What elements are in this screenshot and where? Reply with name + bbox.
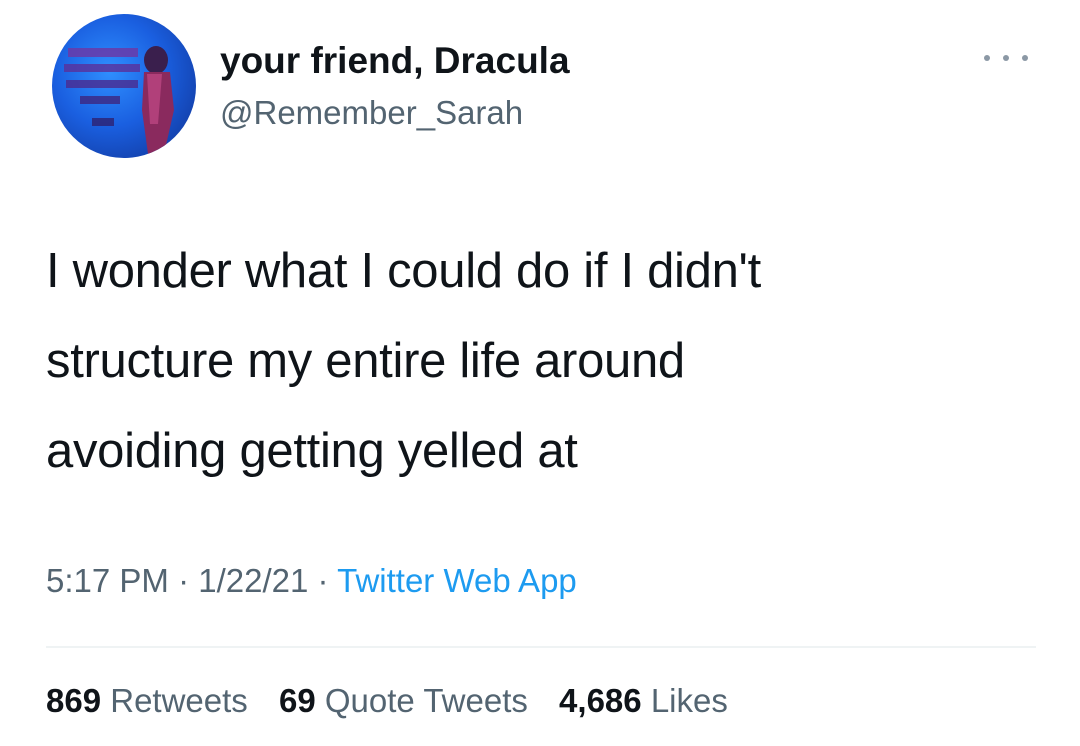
more-options-icon[interactable] xyxy=(984,48,1028,68)
tweet-card: your friend, Dracula @Remember_Sarah I w… xyxy=(0,0,1080,746)
meta-separator: · xyxy=(178,562,190,599)
retweets-stat[interactable]: 869 Retweets xyxy=(46,682,248,719)
author-display-name[interactable]: your friend, Dracula xyxy=(220,40,570,82)
quote-tweets-label: Quote Tweets xyxy=(324,682,528,719)
tweet-text: I wonder what I could do if I didn't str… xyxy=(46,226,1046,496)
dot xyxy=(1003,55,1009,61)
likes-stat[interactable]: 4,686 Likes xyxy=(559,682,728,719)
tweet-text-line: structure my entire life around xyxy=(46,334,685,388)
dot xyxy=(984,55,990,61)
tweet-stats: 869 Retweets 69 Quote Tweets 4,686 Likes xyxy=(46,682,750,720)
meta-separator: · xyxy=(317,562,329,599)
tweet-date[interactable]: 1/22/21 xyxy=(198,562,308,599)
tweet-meta: 5:17 PM · 1/22/21 · Twitter Web App xyxy=(46,562,577,600)
divider xyxy=(46,646,1036,648)
dot xyxy=(1022,55,1028,61)
likes-count: 4,686 xyxy=(559,682,642,719)
tweet-time[interactable]: 5:17 PM xyxy=(46,562,169,599)
quote-tweets-stat[interactable]: 69 Quote Tweets xyxy=(279,682,528,719)
likes-label: Likes xyxy=(650,682,728,719)
retweets-count: 869 xyxy=(46,682,102,719)
retweets-label: Retweets xyxy=(110,682,248,719)
quote-tweets-count: 69 xyxy=(278,682,316,719)
author-handle[interactable]: @Remember_Sarah xyxy=(220,94,523,132)
avatar[interactable] xyxy=(52,14,196,158)
tweet-source-link[interactable]: Twitter Web App xyxy=(337,562,577,599)
tweet-text-line: I wonder what I could do if I didn't xyxy=(46,244,761,298)
avatar-image xyxy=(64,46,174,154)
tweet-text-line: avoiding getting yelled at xyxy=(46,424,578,478)
